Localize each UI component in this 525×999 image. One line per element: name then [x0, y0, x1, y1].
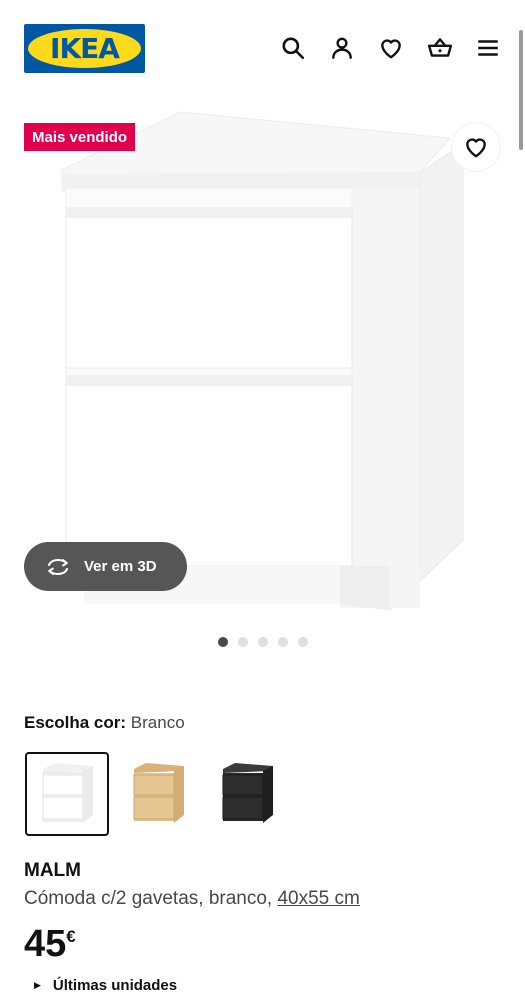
price-currency: €: [66, 927, 76, 946]
color-swatch-oak[interactable]: [116, 752, 200, 836]
product-name: MALM: [24, 860, 81, 881]
view-3d-button[interactable]: Ver em 3D: [24, 542, 187, 591]
color-swatch-black[interactable]: [205, 752, 289, 836]
carousel-dot[interactable]: [257, 637, 268, 647]
search-icon[interactable]: [277, 32, 309, 64]
color-swatch-white[interactable]: [25, 752, 109, 836]
heart-icon: [466, 138, 486, 158]
scrollbar[interactable]: [519, 30, 523, 150]
color-label-title: Escolha cor:: [24, 713, 127, 732]
carousel-dot[interactable]: [277, 637, 288, 647]
carousel-dots: [0, 637, 525, 647]
logo-text: IKEA: [50, 32, 120, 65]
rotate-3d-icon: [48, 558, 68, 575]
basket-icon[interactable]: [424, 32, 456, 64]
color-value: Branco: [130, 713, 185, 732]
stock-status-text: Últimas unidades: [52, 977, 178, 994]
product-description: Cómoda c/2 gavetas, branco, 40x55 cm: [24, 888, 360, 910]
ikea-logo[interactable]: IKEA: [24, 24, 145, 73]
add-to-favourites-button[interactable]: [452, 123, 500, 171]
carousel-dot[interactable]: [237, 637, 248, 647]
product-description-text: Cómoda c/2 gavetas, branco,: [24, 888, 273, 909]
carousel-dot[interactable]: [217, 637, 228, 647]
header: IKEA: [0, 0, 525, 96]
stock-status[interactable]: ▶ Últimas unidades: [34, 977, 177, 994]
expand-arrow-icon: ▶: [34, 980, 41, 990]
color-label: Escolha cor: Branco: [24, 713, 185, 733]
heart-icon[interactable]: [375, 32, 407, 64]
product-price: 45 €: [24, 922, 76, 966]
view-3d-label: Ver em 3D: [84, 558, 157, 575]
best-seller-badge: Mais vendido: [24, 123, 136, 151]
price-value: 45: [24, 923, 67, 965]
product-dimensions-link[interactable]: 40x55 cm: [277, 888, 359, 909]
carousel-dot[interactable]: [297, 637, 308, 647]
menu-icon[interactable]: [472, 32, 504, 64]
user-icon[interactable]: [326, 32, 358, 64]
